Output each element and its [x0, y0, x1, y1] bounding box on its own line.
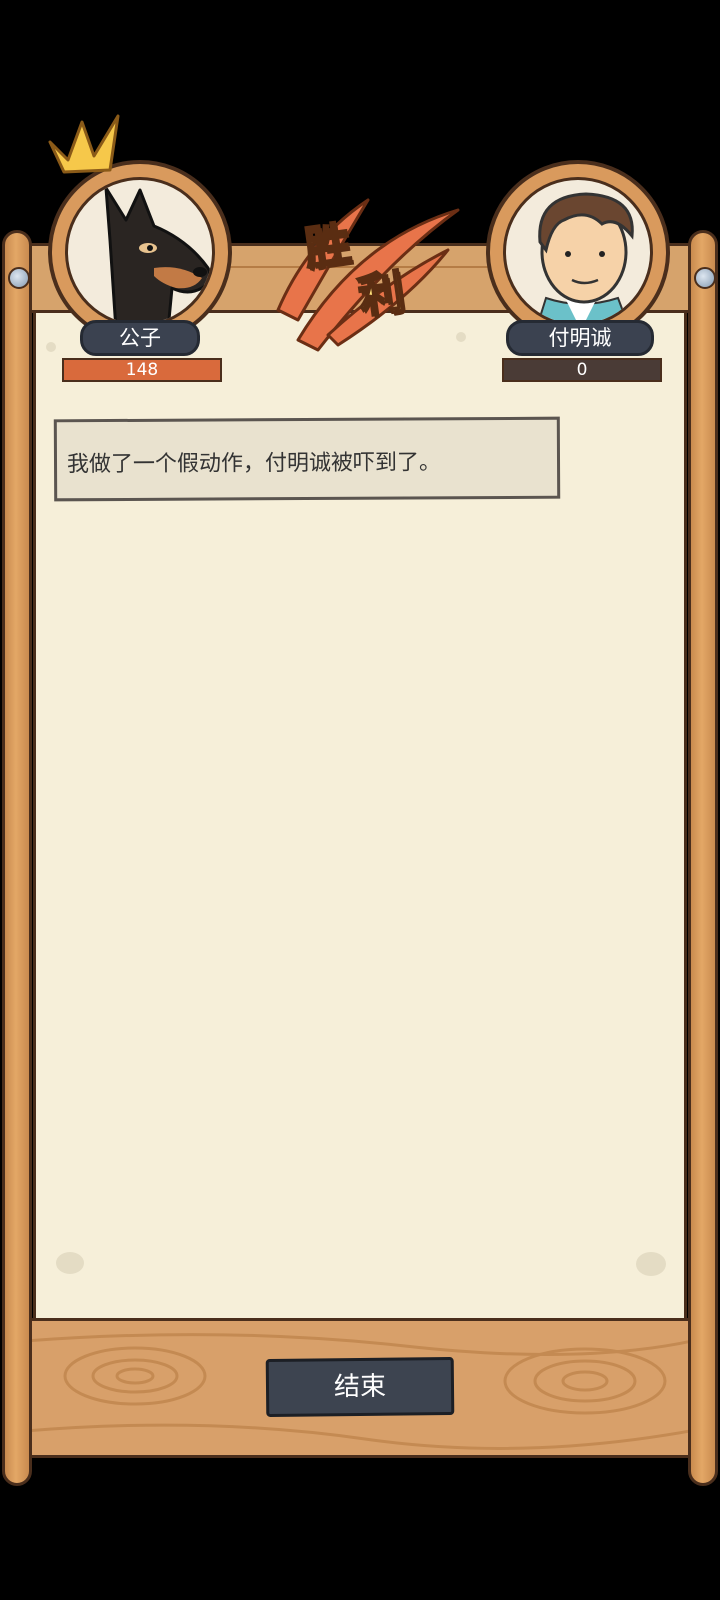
battle-log-message: 我做了一个假动作，付明诚被吓到了。: [53, 416, 561, 502]
player-left-score: 148: [62, 358, 222, 382]
player-right-score: 0: [502, 358, 662, 382]
game-result-screen: 胜 利 公子 148 付明诚 0 我做了一个假动作，付明诚被吓到了。 结束: [0, 0, 720, 1600]
nail-icon: [694, 267, 716, 289]
crown-icon: [44, 112, 124, 180]
battle-log-text: 我做了一个假动作，付明诚被吓到了。: [66, 450, 442, 478]
player-right-name: 付明诚: [506, 320, 654, 356]
panel-decor-dot: [636, 1252, 666, 1276]
doberman-dog-avatar-icon: [65, 177, 215, 327]
victory-banner: 胜 利: [268, 180, 468, 360]
victory-text-1: 胜: [300, 215, 355, 277]
end-button[interactable]: 结束: [265, 1357, 455, 1417]
panel-decor-dot: [56, 1252, 84, 1274]
player-left-avatar[interactable]: [48, 160, 232, 344]
panel-decor-dot: [46, 342, 56, 352]
right-wood-post: [688, 230, 718, 1486]
player-left-name: 公子: [80, 320, 200, 356]
nail-icon: [8, 267, 30, 289]
left-wood-post: [2, 230, 32, 1486]
victory-text-2: 利: [354, 263, 409, 325]
young-man-avatar-icon: [503, 177, 653, 327]
player-right-avatar[interactable]: [486, 160, 670, 344]
